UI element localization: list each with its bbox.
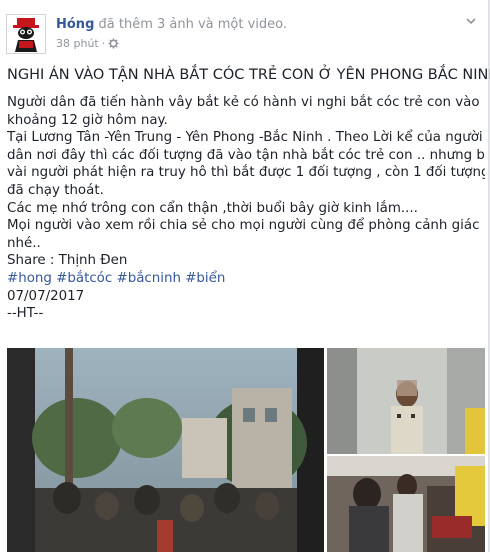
post-options-chevron-icon[interactable] (464, 14, 478, 28)
settings-icon[interactable] (108, 38, 119, 49)
photo-thumbnail[interactable] (327, 348, 485, 454)
post-text-line: đã chạy thoát. (7, 182, 104, 198)
post-header: Hóng đã thêm 3 ảnh và một video. (56, 17, 287, 32)
post-text-line: Tại Lương Tân -Yên Trung - Yên Phong -Bắ… (7, 130, 483, 146)
post-meta: 38 phút · (56, 37, 119, 50)
page-avatar[interactable] (6, 14, 46, 54)
post-text-line: Mọi người vào xem rồi chia sẻ cho mọi ng… (7, 218, 480, 234)
post-text-line: nhé.. (7, 235, 41, 251)
post-text-line: Người dân đã tiến hành vây bắt kẻ có hàn… (7, 95, 480, 110)
page-logo-icon (7, 15, 45, 53)
post-text-line: Share : Thịnh Đen (7, 253, 128, 269)
post-headline: NGHI ÁN VÀO TẬN NHÀ BẮT CÓC TRẺ CON Ở YÊ… (7, 67, 490, 83)
author-name[interactable]: Hóng (56, 17, 94, 32)
video-thumbnail[interactable] (7, 348, 324, 552)
post-card: Hóng đã thêm 3 ảnh và một video. 38 phút… (0, 0, 490, 552)
post-text-line: dân nơi đây thì các đối tượng đã vào tận… (7, 147, 485, 163)
post-text-line: vài người phát hiện ra truy hô thì bắt đ… (7, 165, 485, 181)
photo-thumbnail[interactable] (327, 456, 485, 552)
post-signature: --HT-- (7, 306, 44, 322)
post-action-text: đã thêm 3 ảnh và một video. (98, 17, 288, 32)
hashtag-links[interactable]: #hong #bắtcóc #bắcninh #biển (7, 270, 485, 288)
post-body: Người dân đã tiến hành vây bắt kẻ có hàn… (7, 94, 485, 323)
post-text-line: Các mẹ nhớ trông con cẩn thận ,thời buổi… (7, 200, 418, 216)
post-date: 07/07/2017 (7, 288, 85, 304)
meta-separator: · (101, 37, 106, 50)
post-text-line: khoảng 12 giờ hôm nay. (7, 112, 168, 128)
post-timestamp[interactable]: 38 phút (56, 37, 99, 50)
